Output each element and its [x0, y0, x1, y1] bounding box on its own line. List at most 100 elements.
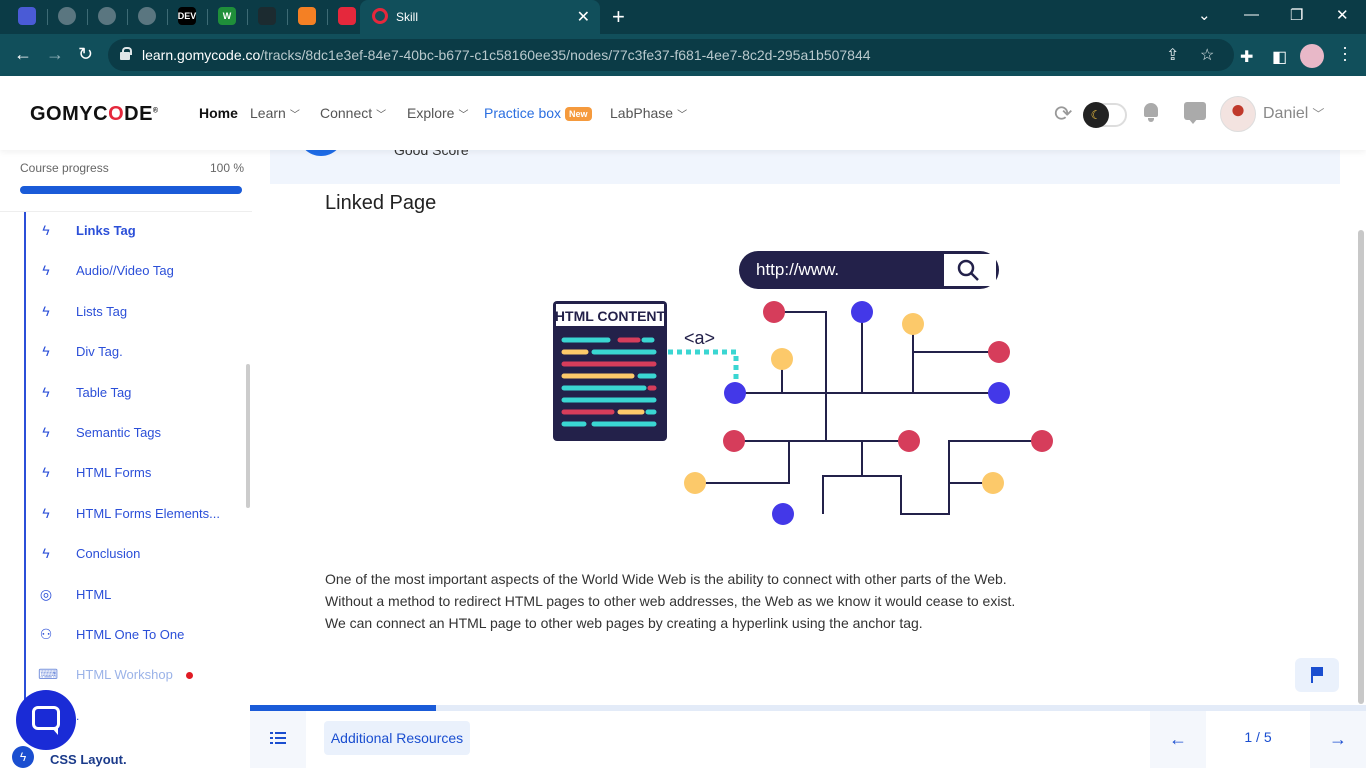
- chevron-down-icon: ﹀: [289, 110, 300, 121]
- previous-page-arrow-icon[interactable]: ←: [1150, 711, 1206, 768]
- sidebar-item[interactable]: ϟ Semantic Tags: [26, 414, 246, 454]
- support-chat-button[interactable]: [16, 690, 76, 750]
- node-yellow: [684, 472, 706, 494]
- stackoverflow-tab-icon[interactable]: [298, 7, 316, 25]
- table-of-contents-button[interactable]: [250, 711, 306, 768]
- sidebar-item-label: CSS Layout.: [50, 752, 127, 767]
- notification-dot: [186, 672, 193, 680]
- sidebar-item[interactable]: ◎ HTML: [26, 576, 246, 616]
- node-red: [898, 430, 920, 452]
- report-flag-button[interactable]: [1295, 658, 1339, 692]
- close-window-icon[interactable]: ✕: [1336, 6, 1349, 24]
- tab-separator: [167, 9, 168, 25]
- app-tab-icon[interactable]: [18, 7, 36, 25]
- back-icon[interactable]: ←: [14, 44, 32, 65]
- sidebar-item[interactable]: ϟ Div Tag.: [26, 333, 246, 373]
- dev-tab-icon[interactable]: DEV: [178, 7, 196, 25]
- sidebar-item-label: Audio//Video Tag: [76, 263, 174, 279]
- minimize-icon[interactable]: —: [1244, 6, 1259, 23]
- bolt-icon: ϟ: [42, 504, 50, 521]
- node-yellow: [982, 472, 1004, 494]
- reload-icon[interactable]: ↻: [78, 44, 93, 65]
- extensions-icon[interactable]: ✚: [1240, 47, 1253, 67]
- node-yellow: [771, 348, 793, 370]
- share-icon[interactable]: ⇪: [1166, 45, 1179, 65]
- restore-icon[interactable]: ❐: [1290, 6, 1303, 24]
- address-bar[interactable]: learn.gomycode.co/tracks/8dc1e3ef-84e7-4…: [108, 39, 1234, 71]
- sidebar-item[interactable]: ϟ Table Tag: [26, 374, 246, 414]
- nav-labphase[interactable]: LabPhase ﹀: [610, 105, 687, 121]
- tab-separator: [287, 9, 288, 25]
- tab-separator: [247, 9, 248, 25]
- active-tab[interactable]: Skill ✕: [360, 0, 600, 34]
- gomycode-logo[interactable]: GOMYCODE®: [30, 103, 159, 126]
- refresh-icon[interactable]: ⟳: [1054, 101, 1072, 127]
- tab-separator: [87, 9, 88, 25]
- next-page-arrow-icon[interactable]: →: [1310, 711, 1366, 768]
- sidebar-scrollbar[interactable]: [246, 364, 250, 508]
- sidebar-item[interactable]: ϟ Conclusion: [26, 535, 246, 575]
- course-progress-bar: [20, 186, 242, 194]
- sidebar-item[interactable]: ⚇ HTML One To One: [26, 616, 246, 656]
- flag-icon-cloth: [1313, 667, 1323, 676]
- bookmark-star-icon[interactable]: ☆: [1200, 45, 1214, 65]
- bell-icon[interactable]: [1141, 102, 1161, 122]
- shield-tab-icon[interactable]: [338, 7, 356, 25]
- opera-tab-icon: [372, 8, 388, 24]
- user-menu[interactable]: Daniel ﹀: [1263, 105, 1324, 123]
- messages-icon[interactable]: [1184, 102, 1206, 124]
- lesson-footer: Additional Resources ← 1 / 5 →: [250, 711, 1366, 768]
- nav-home[interactable]: Home: [199, 105, 238, 121]
- moon-icon: ☾: [1083, 102, 1109, 128]
- sidebar-item-label: HTML Forms Elements...: [76, 505, 220, 521]
- node-blue: [724, 382, 746, 404]
- new-tab-icon[interactable]: +: [612, 4, 625, 30]
- w-tab-icon[interactable]: W: [218, 7, 236, 25]
- sidebar-item-label: HTML Forms: [76, 465, 152, 481]
- sidebar-item[interactable]: ⌨ HTML Workshop: [26, 656, 246, 696]
- github-tab-icon[interactable]: [258, 7, 276, 25]
- node-red: [1031, 430, 1053, 452]
- tab-search-icon[interactable]: ⌄: [1198, 6, 1211, 24]
- node-blue: [772, 503, 794, 525]
- tab-separator: [327, 9, 328, 25]
- forward-icon[interactable]: →: [46, 44, 64, 65]
- nav-connect[interactable]: Connect ﹀: [320, 105, 386, 121]
- bolt-icon: ϟ: [42, 424, 50, 440]
- course-progress-label: Course progress: [20, 161, 109, 175]
- close-tab-icon[interactable]: ✕: [577, 7, 590, 27]
- dark-mode-toggle[interactable]: ☾: [1083, 102, 1127, 128]
- sidebar-item[interactable]: ϟ HTML Forms Elements...: [26, 495, 246, 535]
- chevron-down-icon: ﹀: [458, 110, 469, 121]
- tab-separator: [47, 9, 48, 25]
- nav-practice-box[interactable]: Practice box New: [484, 105, 592, 122]
- nav-explore[interactable]: Explore ﹀: [407, 105, 468, 121]
- sidebar-item[interactable]: ϟ Lists Tag: [26, 293, 246, 333]
- course-progress-value: 100 %: [210, 161, 245, 175]
- paragraph-line: We can connect an HTML page to other web…: [325, 615, 923, 631]
- browser-profile-avatar[interactable]: [1300, 44, 1324, 68]
- sidebar-item[interactable]: ϟ Links Tag: [26, 212, 246, 252]
- browser-menu-icon[interactable]: · · ·: [1342, 38, 1348, 68]
- globe-tab-icon[interactable]: [58, 7, 76, 25]
- link-connector: [668, 349, 739, 379]
- node-blue: [988, 382, 1010, 404]
- side-panel-icon[interactable]: ◧: [1272, 47, 1287, 67]
- lock-icon: [120, 47, 132, 60]
- page-title: Linked Page: [325, 192, 437, 214]
- bolt-icon: ϟ: [42, 545, 50, 562]
- anchor-tag-label: <a>: [684, 328, 715, 348]
- sidebar-item-label: Table Tag: [76, 384, 132, 400]
- nav-learn[interactable]: Learn ﹀: [250, 105, 300, 121]
- page-scrollbar[interactable]: [1358, 230, 1364, 704]
- paragraph-line: Without a method to redirect HTML pages …: [325, 593, 1016, 609]
- sidebar-item[interactable]: ϟ HTML Forms: [26, 454, 246, 494]
- bolt-icon: ϟ: [42, 302, 50, 319]
- avatar[interactable]: [1220, 96, 1256, 132]
- course-sidebar: Course progress 100 % ϟ Links Tag ϟ Audio//…: [0, 150, 252, 768]
- sidebar-item[interactable]: ϟ Audio//Video Tag: [26, 252, 246, 292]
- sidebar-item-label: Semantic Tags: [76, 425, 162, 440]
- globe-tab-icon[interactable]: [98, 7, 116, 25]
- additional-resources-button[interactable]: Additional Resources: [324, 721, 470, 755]
- globe-tab-icon[interactable]: [138, 7, 156, 25]
